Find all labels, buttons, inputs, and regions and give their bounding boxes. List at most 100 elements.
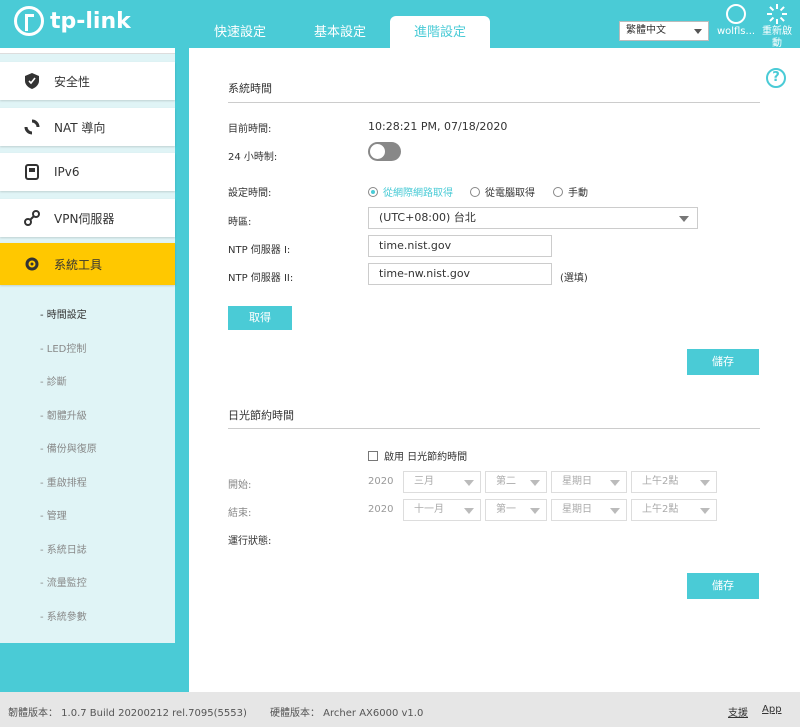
sidebar-item-ipv6[interactable]: IPv6	[0, 153, 175, 191]
chevron-down-icon	[464, 508, 474, 514]
chevron-down-icon	[610, 480, 620, 486]
ntp2-input[interactable]: time-nw.nist.gov	[368, 263, 552, 285]
reboot-button[interactable]: 重新啟動	[760, 4, 794, 50]
select-value: 星期日	[562, 504, 592, 515]
select-value: 星期日	[562, 476, 592, 487]
ipv6-icon	[24, 164, 40, 180]
radio-from-pc[interactable]: 從電腦取得	[470, 184, 535, 199]
obtain-button[interactable]: 取得	[228, 306, 292, 330]
dst-enable-checkbox[interactable]: 啟用 日光節約時間	[368, 448, 467, 463]
help-icon[interactable]: ?	[766, 68, 786, 88]
dst-start-day-select[interactable]: 星期日	[551, 471, 627, 493]
save-button[interactable]: 儲存	[687, 349, 759, 375]
dst-start-year: 2020	[368, 476, 394, 487]
chevron-down-icon	[694, 29, 702, 34]
language-value: 繁體中文	[626, 25, 666, 36]
radio-from-internet[interactable]: 從網際網路取得	[368, 184, 453, 199]
hour24-label: 24 小時制:	[228, 152, 278, 163]
dst-end-day-select[interactable]: 星期日	[551, 499, 627, 521]
radio-label: 從電腦取得	[485, 188, 535, 199]
sidebar-item-system-tools[interactable]: 系統工具	[0, 243, 175, 285]
dst-end-week-select[interactable]: 第一	[485, 499, 547, 521]
sidebar-subitem-backup[interactable]: - 備份與復原	[40, 440, 97, 455]
dst-start-label: 開始:	[228, 480, 252, 491]
reboot-label: 重新啟動	[762, 26, 792, 49]
chevron-down-icon	[610, 508, 620, 514]
user-label: wolfls...	[716, 26, 756, 37]
select-value: 第一	[496, 504, 516, 515]
dst-status-label: 運行狀態:	[228, 536, 272, 547]
sidebar-item-label: 系統工具	[54, 257, 103, 272]
gear-icon	[24, 256, 40, 272]
chevron-down-icon	[530, 508, 540, 514]
support-link[interactable]: 支援	[728, 704, 748, 719]
dst-end-label: 結束:	[228, 508, 252, 519]
chevron-down-icon	[464, 480, 474, 486]
sidebar-subitem-time-settings[interactable]: - 時間設定	[40, 306, 87, 321]
radio-manual[interactable]: 手動	[553, 184, 588, 199]
set-time-label: 設定時間:	[228, 188, 272, 199]
sidebar-item-label: 安全性	[54, 74, 91, 89]
user-button[interactable]: wolfls...	[716, 4, 756, 38]
section-title-system-time: 系統時間	[228, 82, 272, 95]
sidebar-subitem-diagnostics[interactable]: - 診斷	[40, 373, 67, 388]
checkbox-box[interactable]	[368, 450, 378, 461]
timezone-select[interactable]: (UTC+08:00) 台北	[368, 207, 698, 229]
tab-basic[interactable]: 基本設定	[290, 16, 390, 48]
section-divider	[228, 428, 760, 429]
current-time-value: 10:28:21 PM, 07/18/2020	[368, 120, 508, 133]
nat-icon	[24, 119, 40, 135]
current-time-label: 目前時間:	[228, 124, 272, 135]
section-title-dst: 日光節約時間	[228, 409, 294, 422]
chevron-down-icon	[679, 216, 689, 222]
language-select[interactable]: 繁體中文	[619, 21, 709, 41]
user-icon	[726, 4, 746, 24]
ntp1-label: NTP 伺服器 I:	[228, 245, 291, 256]
sidebar-item-security[interactable]: 安全性	[0, 62, 175, 100]
hour24-toggle[interactable]	[368, 142, 401, 161]
radio-button[interactable]	[470, 186, 480, 197]
reboot-icon	[767, 4, 787, 24]
sidebar-subitem-traffic[interactable]: - 流量監控	[40, 574, 87, 589]
main-tabs: 快速設定 基本設定 進階設定	[190, 16, 490, 48]
dst-start-time-select[interactable]: 上午2點	[631, 471, 717, 493]
sidebar-subitem-system-log[interactable]: - 系統日誌	[40, 541, 87, 556]
ntp1-input[interactable]: time.nist.gov	[368, 235, 552, 257]
sidebar-item-vpn[interactable]: VPN伺服器	[0, 199, 175, 237]
sidebar-item-nat[interactable]: NAT 導向	[0, 108, 175, 146]
radio-button[interactable]	[368, 186, 378, 197]
shield-icon	[24, 73, 40, 89]
chevron-down-icon	[530, 480, 540, 486]
radio-label: 手動	[568, 188, 588, 199]
tplink-logo-icon	[14, 6, 44, 36]
ntp2-optional-note: (選填)	[560, 273, 588, 284]
tplink-logo[interactable]: tp-link	[14, 6, 131, 36]
dst-end-month-select[interactable]: 十一月	[403, 499, 481, 521]
sidebar-item-partial[interactable]	[0, 48, 175, 54]
firmware-version: 韌體版本： 1.0.7 Build 20200212 rel.7095(5553…	[8, 708, 247, 719]
ntp2-label: NTP 伺服器 II:	[228, 273, 294, 284]
radio-label: 從網際網路取得	[383, 188, 453, 199]
sidebar-subitem-reboot-schedule[interactable]: - 重啟排程	[40, 474, 87, 489]
timezone-label: 時區:	[228, 217, 252, 228]
app-link[interactable]: App	[762, 704, 782, 715]
top-header: tp-link 快速設定 基本設定 進階設定 繁體中文 wolfls... 重新…	[0, 0, 800, 50]
dst-start-month-select[interactable]: 三月	[403, 471, 481, 493]
brand-name: tp-link	[50, 8, 131, 34]
tab-advanced[interactable]: 進階設定	[390, 16, 490, 48]
sidebar-item-label: VPN伺服器	[54, 211, 115, 226]
select-value: 上午2點	[642, 504, 679, 515]
sidebar-subitem-admin[interactable]: - 管理	[40, 507, 67, 522]
dst-end-time-select[interactable]: 上午2點	[631, 499, 717, 521]
radio-button[interactable]	[553, 186, 563, 197]
footer: 韌體版本： 1.0.7 Build 20200212 rel.7095(5553…	[0, 692, 800, 727]
dst-start-week-select[interactable]: 第二	[485, 471, 547, 493]
dst-save-button[interactable]: 儲存	[687, 573, 759, 599]
timezone-value: (UTC+08:00) 台北	[379, 211, 476, 224]
tab-quick-setup[interactable]: 快速設定	[190, 16, 290, 48]
sidebar-subitem-firmware[interactable]: - 韌體升級	[40, 407, 87, 422]
select-value: 三月	[414, 476, 434, 487]
sidebar-subitem-led[interactable]: - LED控制	[40, 340, 86, 355]
sidebar-item-label: NAT 導向	[54, 120, 106, 135]
sidebar-subitem-system-params[interactable]: - 系統參數	[40, 608, 87, 623]
